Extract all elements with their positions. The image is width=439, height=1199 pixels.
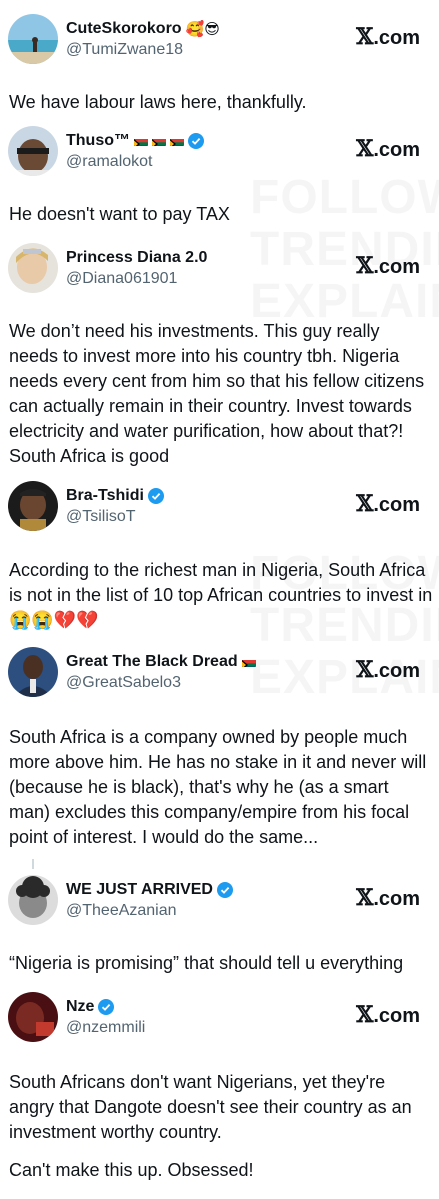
name-emoji: 🥰😎 bbox=[185, 20, 220, 38]
x-com-text: com bbox=[378, 256, 420, 278]
tweet-text: “Nigeria is promising” that should tell … bbox=[9, 953, 404, 973]
x-com-brand: 𝕏.com bbox=[356, 491, 420, 517]
tweet-header: WE JUST ARRIVED @TheeAzanian 𝕏.com bbox=[0, 875, 439, 931]
tweet-text: We have labour laws here, thankfully. bbox=[9, 92, 307, 112]
tweet-header: Princess Diana 2.0 @Diana061901 𝕏.com bbox=[0, 243, 439, 299]
x-com-brand: 𝕏.com bbox=[356, 136, 420, 162]
display-name: WE JUST ARRIVED bbox=[66, 881, 213, 898]
south-africa-flag-icon bbox=[152, 136, 166, 146]
tweet-thread-feed: FOLLOW TRENDING EXPLAINED FOLLOW TRENDIN… bbox=[0, 0, 439, 1199]
avatar[interactable] bbox=[8, 875, 58, 925]
tweet-text: We don’t need his investments. This guy … bbox=[9, 321, 425, 466]
south-africa-flag-icon bbox=[170, 136, 184, 146]
tweet-text: South Africans don't want Nigerians, yet… bbox=[9, 1072, 412, 1142]
user-handle[interactable]: @TumiZwane18 bbox=[66, 41, 183, 59]
tweet-text: According to the richest man in Nigeria,… bbox=[9, 560, 433, 630]
tweet[interactable]: Nze @nzemmili 𝕏.com South Africans don't… bbox=[0, 992, 439, 1180]
tweet[interactable]: CuteSkorokoro 🥰😎 @TumiZwane18 𝕏.com We h… bbox=[0, 14, 439, 112]
user-handle[interactable]: @Diana061901 bbox=[66, 270, 177, 288]
avatar[interactable] bbox=[8, 992, 58, 1042]
avatar[interactable] bbox=[8, 647, 58, 697]
user-handle[interactable]: @nzemmili bbox=[66, 1019, 145, 1037]
tweet[interactable]: Great The Black Dread @GreatSabelo3 𝕏.co… bbox=[0, 647, 439, 847]
display-name-line[interactable]: CuteSkorokoro 🥰😎 bbox=[66, 18, 220, 40]
tweet-header: Nze @nzemmili 𝕏.com bbox=[0, 992, 439, 1048]
display-name-line[interactable]: Thuso™ bbox=[66, 130, 204, 152]
avatar[interactable] bbox=[8, 481, 58, 531]
tweet-header: Bra-Tshidi @TsilisoT 𝕏.com bbox=[0, 481, 439, 537]
x-com-text: com bbox=[378, 139, 420, 161]
tweet[interactable]: Bra-Tshidi @TsilisoT 𝕏.com According to … bbox=[0, 481, 439, 630]
tweet[interactable]: Thuso™ @ramalokot 𝕏.com He doesn't want … bbox=[0, 126, 439, 224]
tweet-header: CuteSkorokoro 🥰😎 @TumiZwane18 𝕏.com bbox=[0, 14, 439, 70]
south-africa-flag-icon bbox=[134, 136, 148, 146]
x-logo-icon: 𝕏 bbox=[356, 491, 374, 517]
user-handle[interactable]: @GreatSabelo3 bbox=[66, 674, 181, 692]
x-logo-icon: 𝕏 bbox=[356, 24, 374, 50]
tweet-text: South Africa is a company owned by peopl… bbox=[9, 727, 427, 847]
verified-badge-icon bbox=[216, 882, 233, 898]
south-africa-flag-icon bbox=[241, 657, 256, 667]
tweet[interactable]: Princess Diana 2.0 @Diana061901 𝕏.com We… bbox=[0, 243, 439, 466]
x-com-text: com bbox=[378, 888, 420, 910]
user-handle[interactable]: @ramalokot bbox=[66, 153, 153, 171]
display-name-line[interactable]: Great The Black Dread bbox=[66, 651, 256, 673]
x-com-text: com bbox=[378, 1005, 420, 1027]
tweet[interactable]: WE JUST ARRIVED @TheeAzanian 𝕏.com “Nige… bbox=[0, 875, 439, 973]
tweet-header: Great The Black Dread @GreatSabelo3 𝕏.co… bbox=[0, 647, 439, 703]
x-logo-icon: 𝕏 bbox=[356, 657, 374, 683]
avatar[interactable] bbox=[8, 14, 58, 64]
verified-badge-icon bbox=[188, 133, 204, 149]
x-com-brand: 𝕏.com bbox=[356, 1002, 420, 1028]
thread-connector bbox=[32, 859, 34, 869]
display-name: Great The Black Dread bbox=[66, 653, 238, 670]
display-name: Thuso™ bbox=[66, 132, 130, 149]
x-logo-icon: 𝕏 bbox=[356, 885, 374, 911]
x-com-text: com bbox=[378, 660, 420, 682]
display-name-line[interactable]: Princess Diana 2.0 bbox=[66, 247, 207, 269]
avatar[interactable] bbox=[8, 243, 58, 293]
verified-badge-icon bbox=[98, 999, 115, 1015]
display-name: CuteSkorokoro bbox=[66, 20, 182, 37]
user-handle[interactable]: @TsilisoT bbox=[66, 508, 136, 526]
x-com-text: com bbox=[378, 27, 420, 49]
x-com-text: com bbox=[378, 494, 420, 516]
display-name-line[interactable]: Nze bbox=[66, 996, 115, 1018]
display-name: Bra-Tshidi bbox=[66, 487, 144, 504]
avatar[interactable] bbox=[8, 126, 58, 176]
verified-badge-icon bbox=[147, 488, 164, 504]
x-logo-icon: 𝕏 bbox=[356, 1002, 374, 1028]
tweet-header: Thuso™ @ramalokot 𝕏.com bbox=[0, 126, 439, 182]
x-com-brand: 𝕏.com bbox=[356, 24, 420, 50]
user-handle[interactable]: @TheeAzanian bbox=[66, 902, 177, 920]
tweet-text: He doesn't want to pay TAX bbox=[9, 204, 230, 224]
x-com-brand: 𝕏.com bbox=[356, 885, 420, 911]
x-com-brand: 𝕏.com bbox=[356, 253, 420, 279]
display-name: Princess Diana 2.0 bbox=[66, 249, 208, 266]
display-name-line[interactable]: WE JUST ARRIVED bbox=[66, 879, 233, 901]
display-name: Nze bbox=[66, 998, 95, 1015]
tweet-text-paragraph-2: Can't make this up. Obsessed! bbox=[9, 1160, 254, 1180]
display-name-line[interactable]: Bra-Tshidi bbox=[66, 485, 164, 507]
x-logo-icon: 𝕏 bbox=[356, 253, 374, 279]
x-logo-icon: 𝕏 bbox=[356, 136, 374, 162]
x-com-brand: 𝕏.com bbox=[356, 657, 420, 683]
